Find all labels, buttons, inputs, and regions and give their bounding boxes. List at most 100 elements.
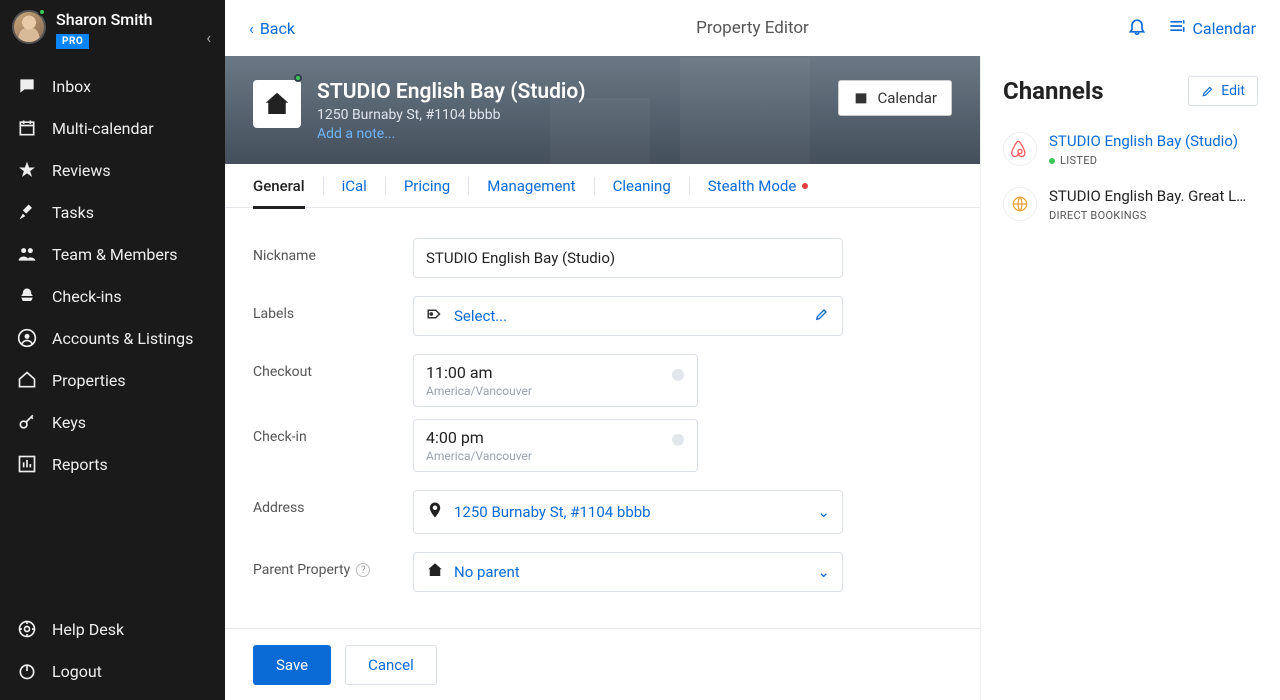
pin-icon xyxy=(426,501,444,523)
nickname-label: Nickname xyxy=(253,238,413,264)
notifications-icon[interactable] xyxy=(1127,16,1147,40)
sidebar-item-team[interactable]: Team & Members xyxy=(0,233,225,275)
chevron-down-icon: ⌄ xyxy=(817,563,830,581)
address-select[interactable]: 1250 Burnaby St, #1104 bbbb ⌄ xyxy=(413,490,843,534)
form-footer: Save Cancel xyxy=(225,628,980,700)
key-icon xyxy=(16,411,38,433)
channel-status: DIRECT BOOKINGS xyxy=(1049,209,1246,222)
user-name: Sharon Smith xyxy=(56,10,153,29)
address-label: Address xyxy=(253,490,413,516)
sidebar-item-label: Reports xyxy=(52,455,108,474)
cancel-button[interactable]: Cancel xyxy=(345,645,437,685)
channel-name: STUDIO English Bay (Studio) xyxy=(1049,132,1238,150)
page-title: Property Editor xyxy=(696,18,809,38)
property-address: 1250 Burnaby St, #1104 bbbb xyxy=(317,107,586,123)
channel-status: LISTED xyxy=(1049,154,1238,167)
tab-ical[interactable]: iCal xyxy=(342,164,367,208)
reports-icon xyxy=(16,453,38,475)
property-calendar-button[interactable]: Calendar xyxy=(838,80,952,116)
checkout-time-input[interactable]: 11:00 am America/Vancouver xyxy=(413,354,698,407)
parent-value: No parent xyxy=(454,563,807,581)
user-block[interactable]: Sharon Smith PRO ‹ xyxy=(0,0,225,59)
star-icon xyxy=(16,159,38,181)
edit-channels-button[interactable]: Edit xyxy=(1188,76,1258,106)
pencil-icon xyxy=(1201,84,1215,98)
parent-select[interactable]: No parent ⌄ xyxy=(413,552,843,592)
placeholder: Select... xyxy=(454,307,804,325)
property-title: STUDIO English Bay (Studio) xyxy=(317,80,586,105)
checkout-label: Checkout xyxy=(253,354,413,380)
channel-item[interactable]: STUDIO English Bay. Great L… DIRECT BOOK… xyxy=(1003,177,1258,232)
sidebar-item-label: Properties xyxy=(52,371,126,390)
calendar-icon xyxy=(16,117,38,139)
sidebar-item-reports[interactable]: Reports xyxy=(0,443,225,485)
time-value: 4:00 pm xyxy=(426,428,685,447)
checkin-label: Check-in xyxy=(253,419,413,445)
button-label: Edit xyxy=(1221,83,1245,99)
topbar: ‹ Back Property Editor Calendar xyxy=(225,0,1280,56)
labels-label: Labels xyxy=(253,296,413,322)
sidebar-item-accounts[interactable]: Accounts & Listings xyxy=(0,317,225,359)
back-button[interactable]: ‹ Back xyxy=(249,19,295,38)
sidebar-item-label: Tasks xyxy=(52,203,94,222)
sidebar-item-label: Check-ins xyxy=(52,287,122,306)
sidebar-item-keys[interactable]: Keys xyxy=(0,401,225,443)
channel-item[interactable]: STUDIO English Bay (Studio) LISTED xyxy=(1003,122,1258,177)
sidebar-item-properties[interactable]: Properties xyxy=(0,359,225,401)
calendar-adjust-icon xyxy=(1167,16,1187,40)
property-type-icon xyxy=(253,80,301,128)
sidebar-item-reviews[interactable]: Reviews xyxy=(0,149,225,191)
sidebar-item-label: Keys xyxy=(52,413,86,432)
nickname-input[interactable] xyxy=(413,238,843,278)
tag-icon xyxy=(426,305,444,327)
sidebar-item-inbox[interactable]: Inbox xyxy=(0,65,225,107)
account-icon xyxy=(16,327,38,349)
home-icon xyxy=(16,369,38,391)
home-icon xyxy=(426,561,444,583)
tab-management[interactable]: Management xyxy=(487,164,575,208)
help-icon[interactable]: ? xyxy=(356,563,370,577)
button-label: Calendar xyxy=(877,89,937,107)
bell-icon xyxy=(16,285,38,307)
chevron-down-icon: ⌄ xyxy=(817,503,830,521)
sidebar-item-logout[interactable]: Logout xyxy=(0,650,225,692)
main-nav: Inbox Multi-calendar Reviews Tasks Team … xyxy=(0,65,225,485)
sidebar-collapse-icon[interactable]: ‹ xyxy=(206,28,211,47)
status-dot-icon xyxy=(1049,158,1055,164)
add-note-link[interactable]: Add a note... xyxy=(317,126,586,142)
sidebar-item-label: Inbox xyxy=(52,77,91,96)
bottom-nav: Help Desk Logout xyxy=(0,608,225,692)
channels-panel: Channels Edit STUDIO English Bay (Studio… xyxy=(980,56,1280,700)
sidebar-item-checkins[interactable]: Check-ins xyxy=(0,275,225,317)
labels-select[interactable]: Select... xyxy=(413,296,843,336)
save-button[interactable]: Save xyxy=(253,645,331,685)
sidebar-item-tasks[interactable]: Tasks xyxy=(0,191,225,233)
calendar-link[interactable]: Calendar xyxy=(1167,16,1256,40)
chevron-left-icon: ‹ xyxy=(249,19,254,38)
sidebar-item-help[interactable]: Help Desk xyxy=(0,608,225,650)
sidebar-item-label: Accounts & Listings xyxy=(52,329,193,348)
online-status-dot xyxy=(294,74,302,82)
property-hero: STUDIO English Bay (Studio) 1250 Burnaby… xyxy=(225,56,980,208)
online-status-dot xyxy=(38,8,46,16)
calendar-icon xyxy=(853,90,869,106)
checkin-time-input[interactable]: 4:00 pm America/Vancouver xyxy=(413,419,698,472)
tab-general[interactable]: General xyxy=(253,164,305,208)
tab-cleaning[interactable]: Cleaning xyxy=(613,164,671,208)
edit-labels-icon[interactable] xyxy=(814,306,830,326)
tab-label: Cleaning xyxy=(613,177,671,195)
timezone: America/Vancouver xyxy=(426,449,685,463)
channels-title: Channels xyxy=(1003,77,1104,105)
alert-dot-icon xyxy=(802,183,808,189)
tab-label: Stealth Mode xyxy=(708,177,797,195)
sidebar-item-label: Logout xyxy=(52,662,102,681)
inbox-icon xyxy=(16,75,38,97)
clock-icon xyxy=(669,430,687,452)
tab-pricing[interactable]: Pricing xyxy=(404,164,450,208)
sidebar-item-label: Help Desk xyxy=(52,620,124,639)
clock-icon xyxy=(669,365,687,387)
power-icon xyxy=(16,660,38,682)
sidebar-item-multi-calendar[interactable]: Multi-calendar xyxy=(0,107,225,149)
tab-stealth[interactable]: Stealth Mode xyxy=(708,164,809,208)
tabs: General iCal Pricing Management Cleaning… xyxy=(225,164,980,208)
